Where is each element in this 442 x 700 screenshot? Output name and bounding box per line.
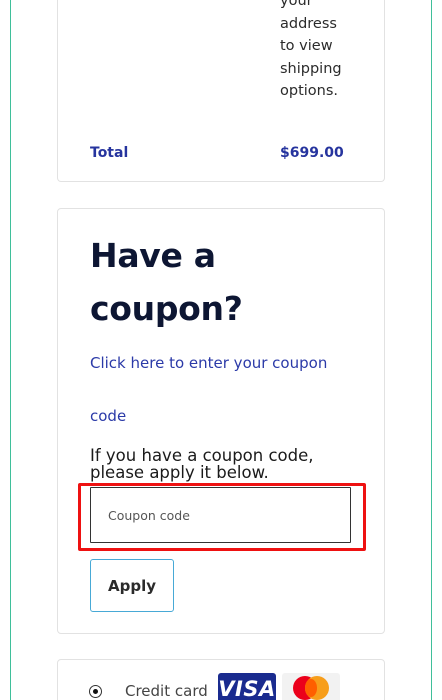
visa-icon: VISA (218, 673, 276, 700)
shipping-note-line: your (280, 0, 313, 9)
shipping-note-line: options. (280, 83, 339, 99)
coupon-heading-line: coupon? (90, 289, 243, 328)
page-frame-left (10, 0, 11, 700)
page-frame-right (431, 0, 432, 700)
coupon-link-line: Click here to enter your coupon (90, 354, 328, 372)
coupon-hint-line: please apply it below. (90, 463, 269, 482)
credit-card-label[interactable]: Credit card (125, 682, 208, 700)
shipping-options-note: your address to view shipping options. (280, 0, 370, 103)
order-summary-card: your address to view shipping options. T… (57, 0, 385, 182)
coupon-heading-line: Have a (90, 236, 216, 275)
coupon-hint-line: If you have a coupon code, (90, 446, 314, 465)
total-value: $699.00 (280, 145, 344, 161)
coupon-code-input[interactable] (90, 487, 351, 543)
enter-coupon-link[interactable]: Click here to enter your coupon code (90, 337, 360, 443)
coupon-card: Have a coupon? Click here to enter your … (57, 208, 385, 634)
coupon-heading: Have a coupon? (90, 229, 360, 335)
shipping-note-line: address (280, 15, 337, 32)
total-label: Total (90, 145, 129, 161)
credit-card-radio[interactable] (89, 685, 102, 698)
shipping-note-line: to view (280, 38, 333, 54)
apply-coupon-button[interactable]: Apply (90, 559, 174, 612)
coupon-link-line: code (90, 407, 127, 425)
coupon-hint-text: If you have a coupon code, please apply … (90, 447, 350, 481)
shipping-note-line: shipping (280, 60, 342, 77)
mastercard-icon (282, 673, 340, 700)
